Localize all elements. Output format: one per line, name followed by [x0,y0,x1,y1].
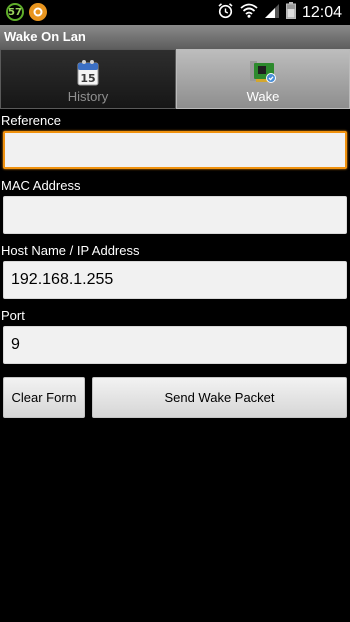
battery-icon [285,2,296,23]
host-field[interactable]: 192.168.1.255 [3,261,347,299]
status-bar: 57 12:04 [0,0,350,25]
status-time: 12:04 [301,3,342,21]
calendar-icon: 15 [74,57,102,92]
mac-address-field[interactable] [3,196,347,234]
svg-text:15: 15 [80,72,95,85]
signal-icon [264,3,280,22]
orange-app-icon [29,3,47,21]
send-wake-packet-button[interactable]: Send Wake Packet [92,377,347,418]
tab-bar: 15 History Wake [0,49,350,109]
mac-address-label: MAC Address [1,178,81,193]
port-field[interactable]: 9 [3,326,347,364]
notification-area: 57 [6,3,47,21]
alarm-clock-icon [217,2,234,23]
tab-history[interactable]: 15 History [0,49,176,109]
system-status-area: 12:04 [217,2,342,23]
app-title: Wake On Lan [4,29,86,44]
battery-level-icon: 57 [6,3,24,21]
wifi-icon [240,3,258,22]
port-label: Port [1,308,25,323]
clear-form-button[interactable]: Clear Form [3,377,85,418]
reference-field[interactable] [3,131,347,169]
host-label: Host Name / IP Address [1,243,140,258]
reference-label: Reference [1,113,61,128]
action-bar: Wake On Lan [0,25,350,50]
tab-wake[interactable]: Wake [176,49,350,109]
battery-level-text: 57 [8,6,22,18]
network-card-icon [248,57,278,92]
